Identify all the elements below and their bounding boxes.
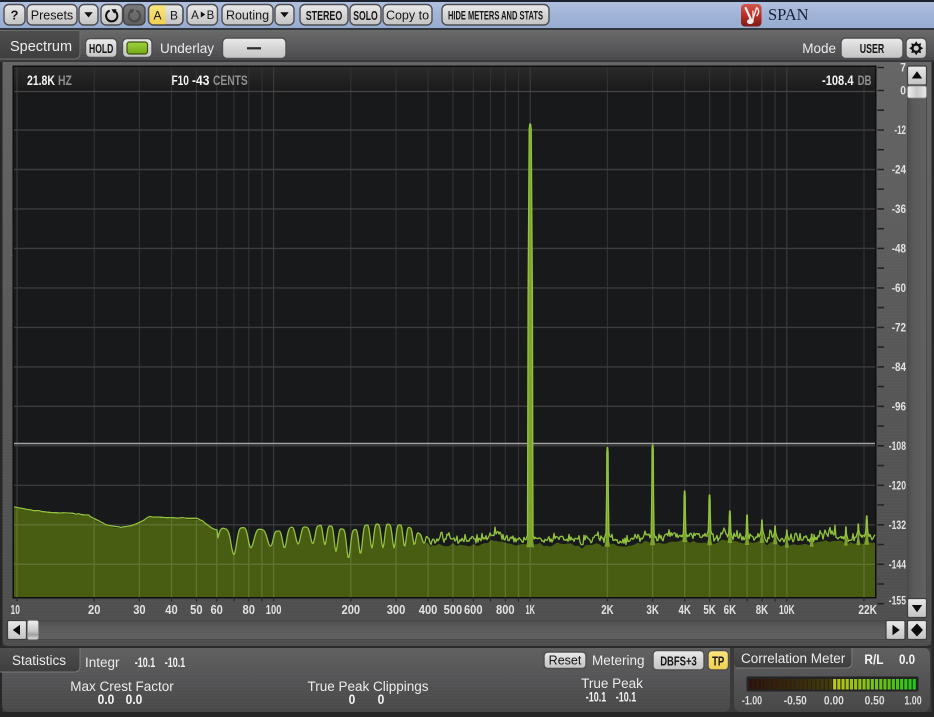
svg-text:0.00: 0.00 <box>824 694 844 708</box>
svg-text:HIDE METERS AND STATS: HIDE METERS AND STATS <box>448 9 543 23</box>
svg-text:Underlay: Underlay <box>160 41 214 56</box>
svg-text:500: 500 <box>444 603 463 617</box>
svg-text:-96: -96 <box>892 401 906 413</box>
svg-text:-120: -120 <box>889 480 906 492</box>
svg-text:0.0: 0.0 <box>899 652 915 667</box>
svg-text:DB: DB <box>858 72 872 88</box>
svg-text:Max Crest Factor: Max Crest Factor <box>70 679 174 694</box>
svg-text:B: B <box>207 10 215 22</box>
svg-text:-12: -12 <box>894 125 906 137</box>
svg-text:-108: -108 <box>889 441 907 453</box>
svg-text:Metering: Metering <box>592 653 645 668</box>
svg-text:A: A <box>191 10 199 22</box>
svg-text:Spectrum: Spectrum <box>10 39 72 55</box>
svg-text:-24: -24 <box>892 164 907 176</box>
svg-text:Mode: Mode <box>802 41 836 56</box>
svg-text:-60: -60 <box>892 283 906 295</box>
svg-text:50: 50 <box>190 603 202 617</box>
svg-text:R/L: R/L <box>864 652 883 667</box>
svg-text:2K: 2K <box>601 603 613 617</box>
svg-text:F10: F10 <box>172 72 190 88</box>
svg-text:400: 400 <box>419 603 438 617</box>
svg-text:10K: 10K <box>779 603 795 617</box>
svg-text:-43: -43 <box>192 72 210 88</box>
svg-text:HZ: HZ <box>58 72 72 88</box>
svg-text:0: 0 <box>900 86 906 98</box>
svg-text:-144: -144 <box>889 559 907 571</box>
svg-text:-132: -132 <box>889 520 906 532</box>
svg-text:0: 0 <box>349 691 356 707</box>
svg-text:0.50: 0.50 <box>865 694 885 708</box>
svg-text:DBFS+3: DBFS+3 <box>660 654 697 669</box>
svg-text:1K: 1K <box>526 603 535 617</box>
svg-text:-10.1: -10.1 <box>616 689 637 705</box>
svg-text:1.00: 1.00 <box>904 694 922 708</box>
svg-text:Routing: Routing <box>226 9 269 23</box>
svg-text:Integr: Integr <box>85 655 120 670</box>
svg-text:100: 100 <box>266 603 282 617</box>
svg-text:7: 7 <box>900 62 906 74</box>
svg-text:5K: 5K <box>703 603 715 617</box>
svg-text:20: 20 <box>88 603 100 617</box>
svg-text:A: A <box>153 9 161 23</box>
svg-text:60: 60 <box>210 603 222 617</box>
svg-text:USER: USER <box>860 41 885 56</box>
svg-text:200: 200 <box>342 603 361 617</box>
svg-text:Statistics: Statistics <box>12 653 66 668</box>
svg-text:SPAN: SPAN <box>768 5 809 24</box>
svg-text:-10.1: -10.1 <box>586 689 607 705</box>
svg-text:4K: 4K <box>678 603 690 617</box>
svg-text:-10.1: -10.1 <box>135 654 156 670</box>
svg-text:SOLO: SOLO <box>353 8 377 23</box>
svg-text:-36: -36 <box>892 204 906 216</box>
svg-text:Reset: Reset <box>549 654 582 668</box>
svg-text:600: 600 <box>464 603 483 617</box>
svg-text:300: 300 <box>387 603 406 617</box>
svg-text:40: 40 <box>165 603 177 617</box>
svg-text:Presets: Presets <box>31 9 73 23</box>
svg-text:?: ? <box>11 8 19 23</box>
svg-text:0.0: 0.0 <box>98 691 115 707</box>
svg-text:-72: -72 <box>892 322 906 334</box>
svg-text:0.0: 0.0 <box>126 691 143 707</box>
svg-text:TP: TP <box>712 654 724 669</box>
svg-text:-155: -155 <box>889 595 907 607</box>
svg-text:Copy to: Copy to <box>386 9 429 23</box>
svg-text:HOLD: HOLD <box>89 41 113 56</box>
svg-text:0: 0 <box>378 691 385 707</box>
svg-text:30: 30 <box>133 603 145 617</box>
svg-text:3K: 3K <box>646 603 658 617</box>
svg-text:-108.4: -108.4 <box>822 72 854 88</box>
svg-text:True Peak Clippings: True Peak Clippings <box>307 679 428 694</box>
svg-text:6K: 6K <box>724 603 736 617</box>
svg-text:8K: 8K <box>756 603 768 617</box>
svg-text:-48: -48 <box>892 243 907 255</box>
svg-text:10: 10 <box>11 603 20 617</box>
svg-text:-1.00: -1.00 <box>742 694 762 708</box>
svg-text:-10.1: -10.1 <box>165 654 186 670</box>
svg-text:STEREO: STEREO <box>306 8 343 23</box>
svg-text:800: 800 <box>496 603 515 617</box>
svg-text:-84: -84 <box>892 362 907 374</box>
svg-text:80: 80 <box>243 603 255 617</box>
svg-text:22K: 22K <box>858 603 877 617</box>
svg-text:B: B <box>170 9 178 23</box>
svg-text:-0.50: -0.50 <box>784 694 807 708</box>
svg-text:21.8K: 21.8K <box>27 72 55 88</box>
svg-text:Correlation Meter: Correlation Meter <box>741 651 846 666</box>
svg-text:CENTS: CENTS <box>213 72 248 88</box>
